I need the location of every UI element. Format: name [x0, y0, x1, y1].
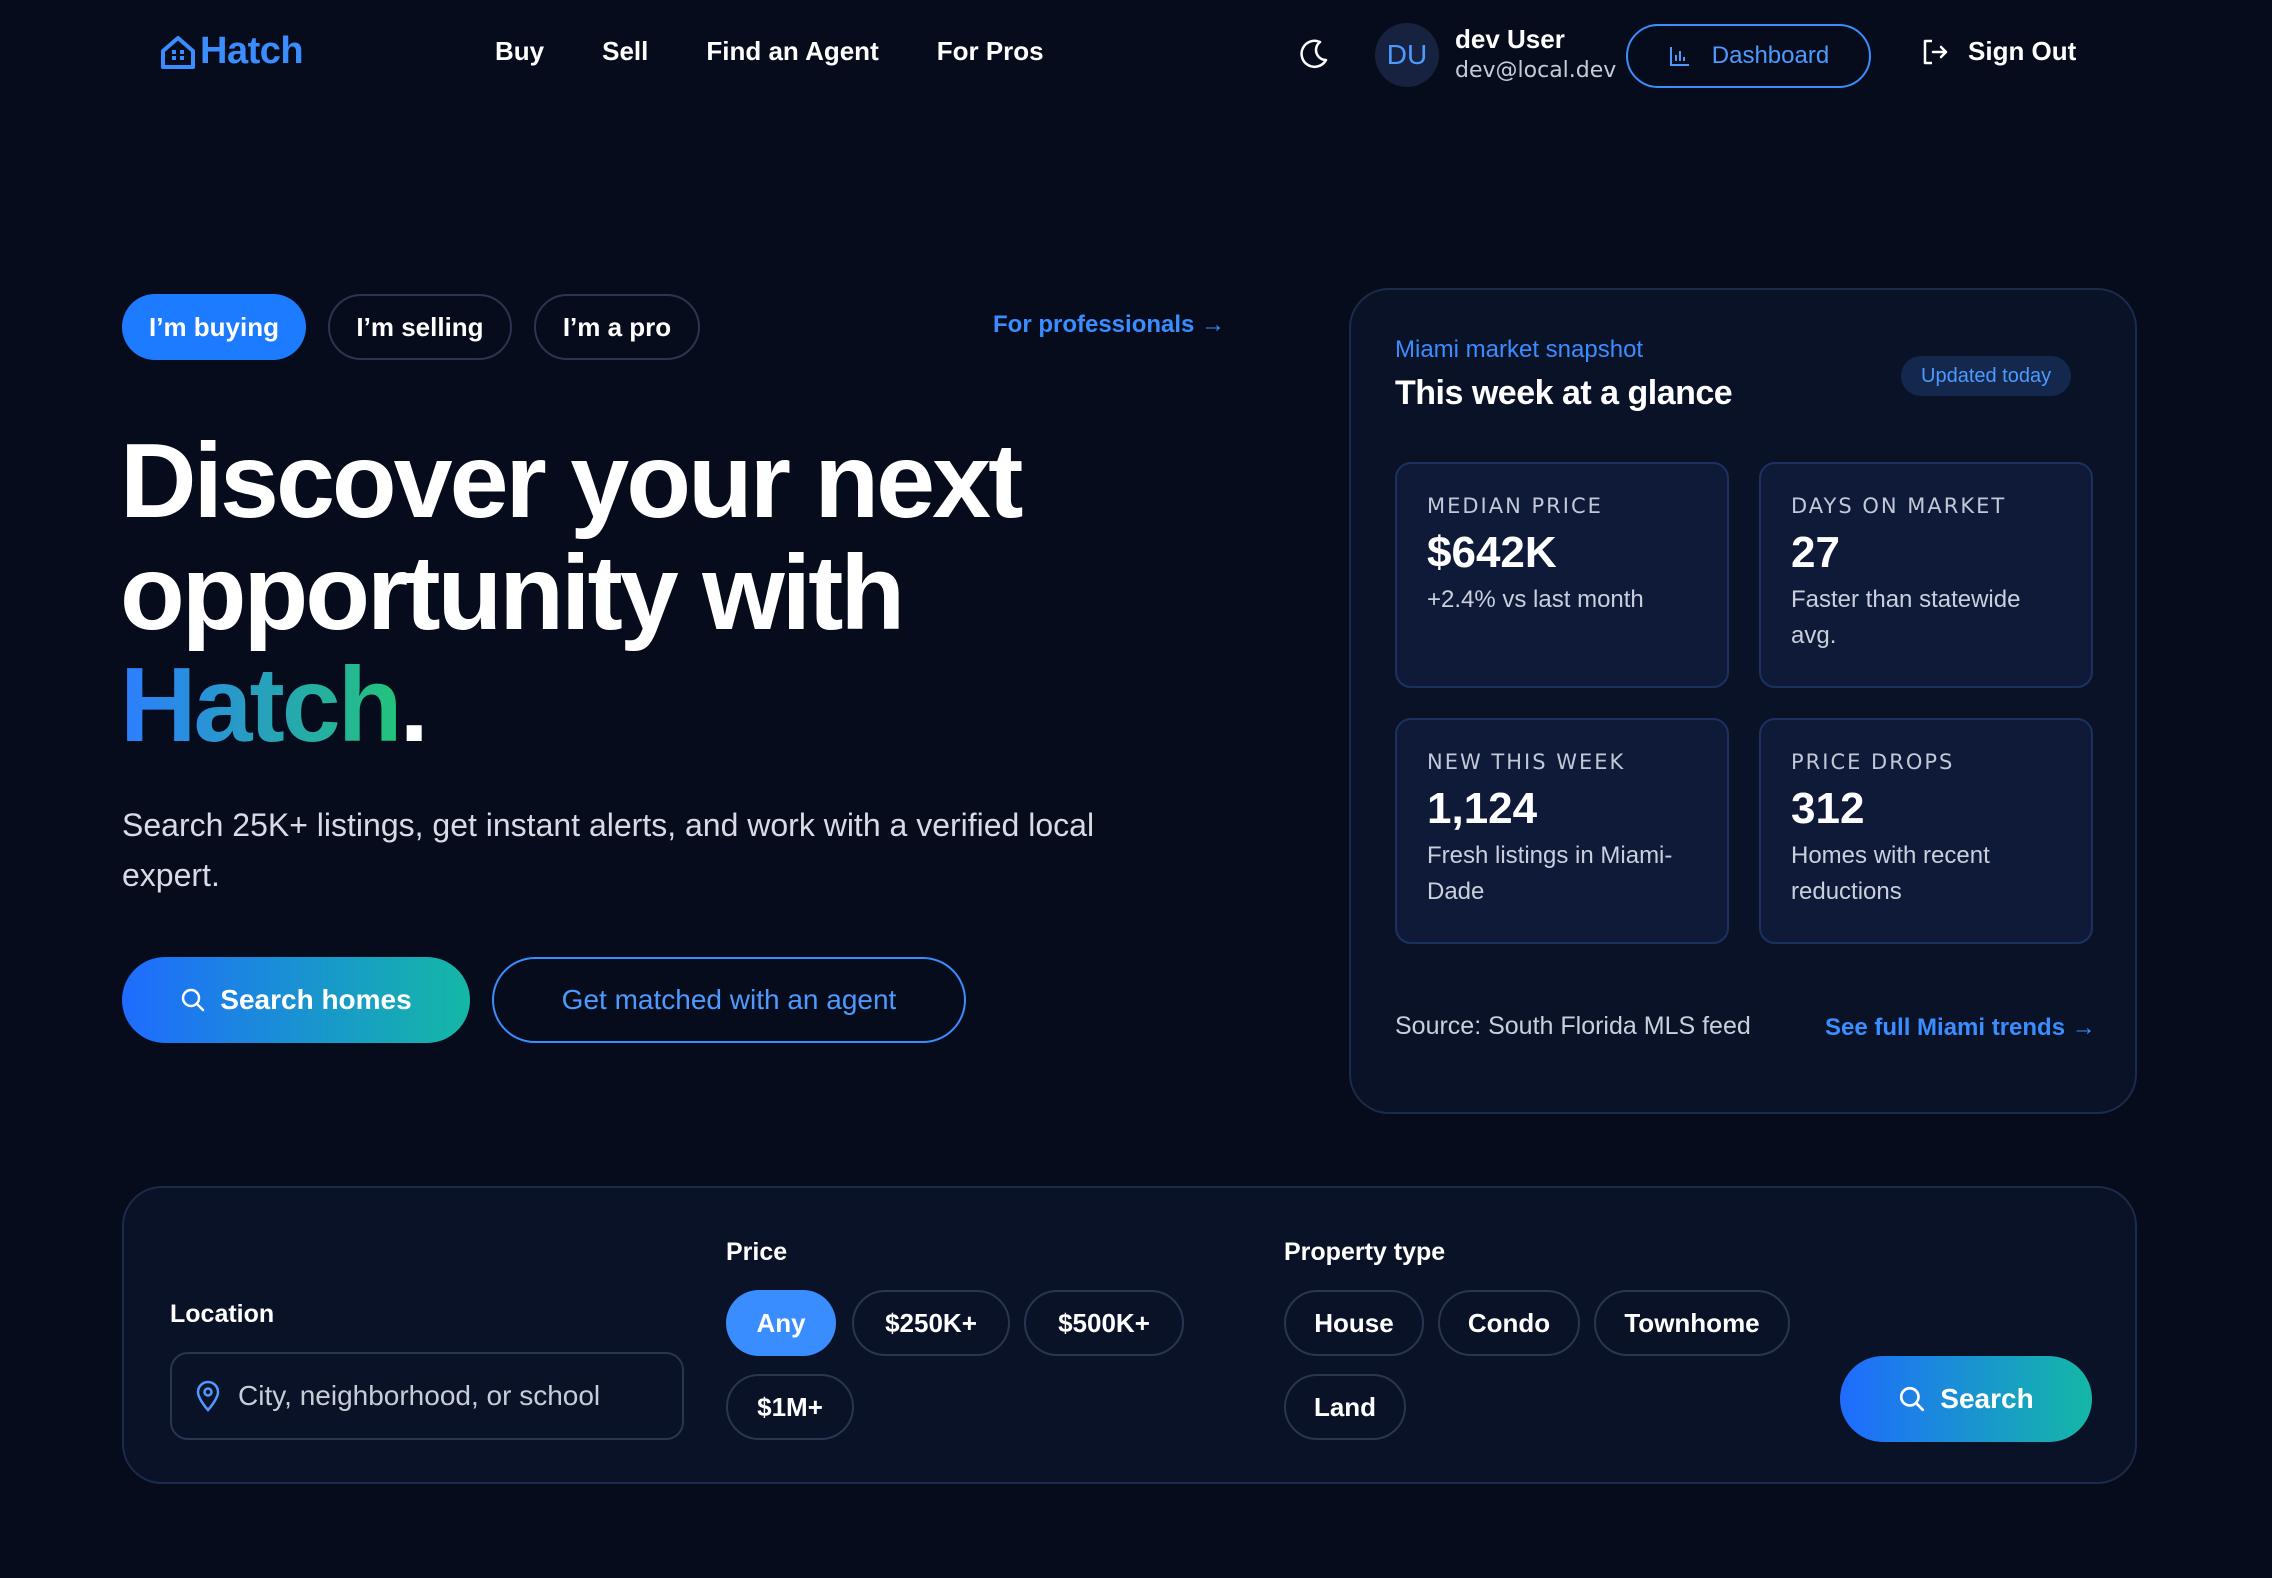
moon-icon[interactable]: [1298, 38, 1330, 70]
stat-value: 1,124: [1427, 784, 1538, 833]
type-chip-land[interactable]: Land: [1284, 1374, 1406, 1440]
market-snapshot-card: Miami market snapshot This week at a gla…: [1349, 288, 2137, 1114]
headline-brand: Hatch: [120, 646, 403, 764]
search-button-label: Search: [1940, 1383, 2034, 1414]
stat-note: Faster than statewide avg.: [1791, 586, 2021, 649]
nav-link-buy[interactable]: Buy: [495, 36, 544, 67]
nav-link-for-pros[interactable]: For Pros: [937, 36, 1044, 67]
search-icon: [1900, 1386, 1925, 1412]
price-chip-1m[interactable]: $1M+: [726, 1374, 854, 1440]
headline-line-3: Hatch.: [120, 649, 1120, 761]
snapshot-kicker: Miami market snapshot: [1395, 336, 1644, 363]
headline-line-1: Discover your next: [120, 422, 1023, 540]
stat-label: DAYS ON MARKET: [1791, 494, 2007, 518]
location-label: Location: [170, 1300, 275, 1328]
nav-links: Buy Sell Find an Agent For Pros: [495, 36, 1102, 67]
stat-card-median-price: MEDIAN PRICE $642K +2.4% vs last month: [1395, 462, 1729, 688]
stat-card-price-drops: PRICE DROPS 312 Homes with recent reduct…: [1759, 718, 2093, 944]
headline-line-2: opportunity with: [120, 534, 905, 652]
logo[interactable]: Hatch: [160, 30, 304, 73]
dashboard-label: Dashboard: [1711, 42, 1830, 69]
user-email: dev@local.dev: [1455, 58, 1617, 83]
type-chip-house[interactable]: House: [1284, 1290, 1424, 1356]
snapshot-title: This week at a glance: [1395, 374, 1733, 412]
tab-selling[interactable]: I’m selling: [328, 294, 512, 360]
stat-note: Homes with recent reductions: [1791, 842, 1990, 905]
sign-out-label: Sign Out: [1968, 36, 2077, 66]
location-input[interactable]: [236, 1379, 606, 1413]
search-panel: Location Price Any $250K+ $500K+ $1M+ Pr…: [122, 1186, 2137, 1484]
sign-out-button[interactable]: Sign Out: [1920, 36, 2076, 67]
search-icon: [182, 988, 205, 1012]
price-chip-250k[interactable]: $250K+: [852, 1290, 1010, 1356]
type-chip-townhome[interactable]: Townhome: [1594, 1290, 1790, 1356]
stat-value: $642K: [1427, 528, 1557, 577]
price-label: Price: [726, 1238, 788, 1266]
property-type-label: Property type: [1284, 1238, 1446, 1266]
stat-card-new-this-week: NEW THIS WEEK 1,124 Fresh listings in Mi…: [1395, 718, 1729, 944]
logout-icon: [1923, 39, 1948, 64]
stat-note: +2.4% vs last month: [1427, 586, 1644, 613]
tab-buying[interactable]: I’m buying: [122, 294, 306, 360]
house-icon: [161, 35, 195, 69]
nav-link-sell[interactable]: Sell: [602, 36, 648, 67]
price-chip-any[interactable]: Any: [726, 1290, 836, 1356]
stat-label: PRICE DROPS: [1791, 750, 1955, 774]
nav-link-find-agent[interactable]: Find an Agent: [706, 36, 878, 67]
dashboard-button[interactable]: Dashboard: [1626, 24, 1871, 88]
search-homes-button[interactable]: Search homes: [122, 957, 470, 1043]
top-nav: Hatch Buy Sell Find an Agent For Pros DU…: [0, 0, 2272, 110]
stat-label: MEDIAN PRICE: [1427, 494, 1603, 518]
for-professionals-link[interactable]: For professionals →: [993, 311, 1225, 339]
search-button[interactable]: Search: [1840, 1356, 2092, 1442]
logo-text: Hatch: [200, 30, 304, 72]
bar-chart-icon: [1669, 47, 1689, 66]
type-chip-condo[interactable]: Condo: [1438, 1290, 1580, 1356]
see-trends-link[interactable]: See full Miami trends →: [1825, 1014, 2096, 1042]
hero-headline: Discover your next opportunity with Hatc…: [120, 425, 1120, 761]
headline-period: .: [399, 646, 430, 764]
avatar[interactable]: DU: [1375, 23, 1439, 87]
snapshot-source: Source: South Florida MLS feed: [1395, 1012, 1751, 1040]
stat-note: Fresh listings in Miami-Dade: [1427, 842, 1673, 905]
user-name: dev User: [1455, 24, 1565, 54]
hero-subcopy: Search 25K+ listings, get instant alerts…: [122, 807, 1095, 893]
get-matched-button[interactable]: Get matched with an agent: [492, 957, 966, 1043]
search-homes-label: Search homes: [220, 984, 412, 1015]
stat-value: 27: [1791, 528, 1840, 577]
map-pin-icon: [196, 1380, 220, 1412]
stat-card-days-on-market: DAYS ON MARKET 27 Faster than statewide …: [1759, 462, 2093, 688]
stat-value: 312: [1791, 784, 1865, 833]
price-chip-500k[interactable]: $500K+: [1024, 1290, 1184, 1356]
location-field[interactable]: [170, 1352, 684, 1440]
tab-pro[interactable]: I’m a pro: [534, 294, 700, 360]
updated-badge: Updated today: [1901, 356, 2072, 396]
stat-label: NEW THIS WEEK: [1427, 750, 1626, 774]
